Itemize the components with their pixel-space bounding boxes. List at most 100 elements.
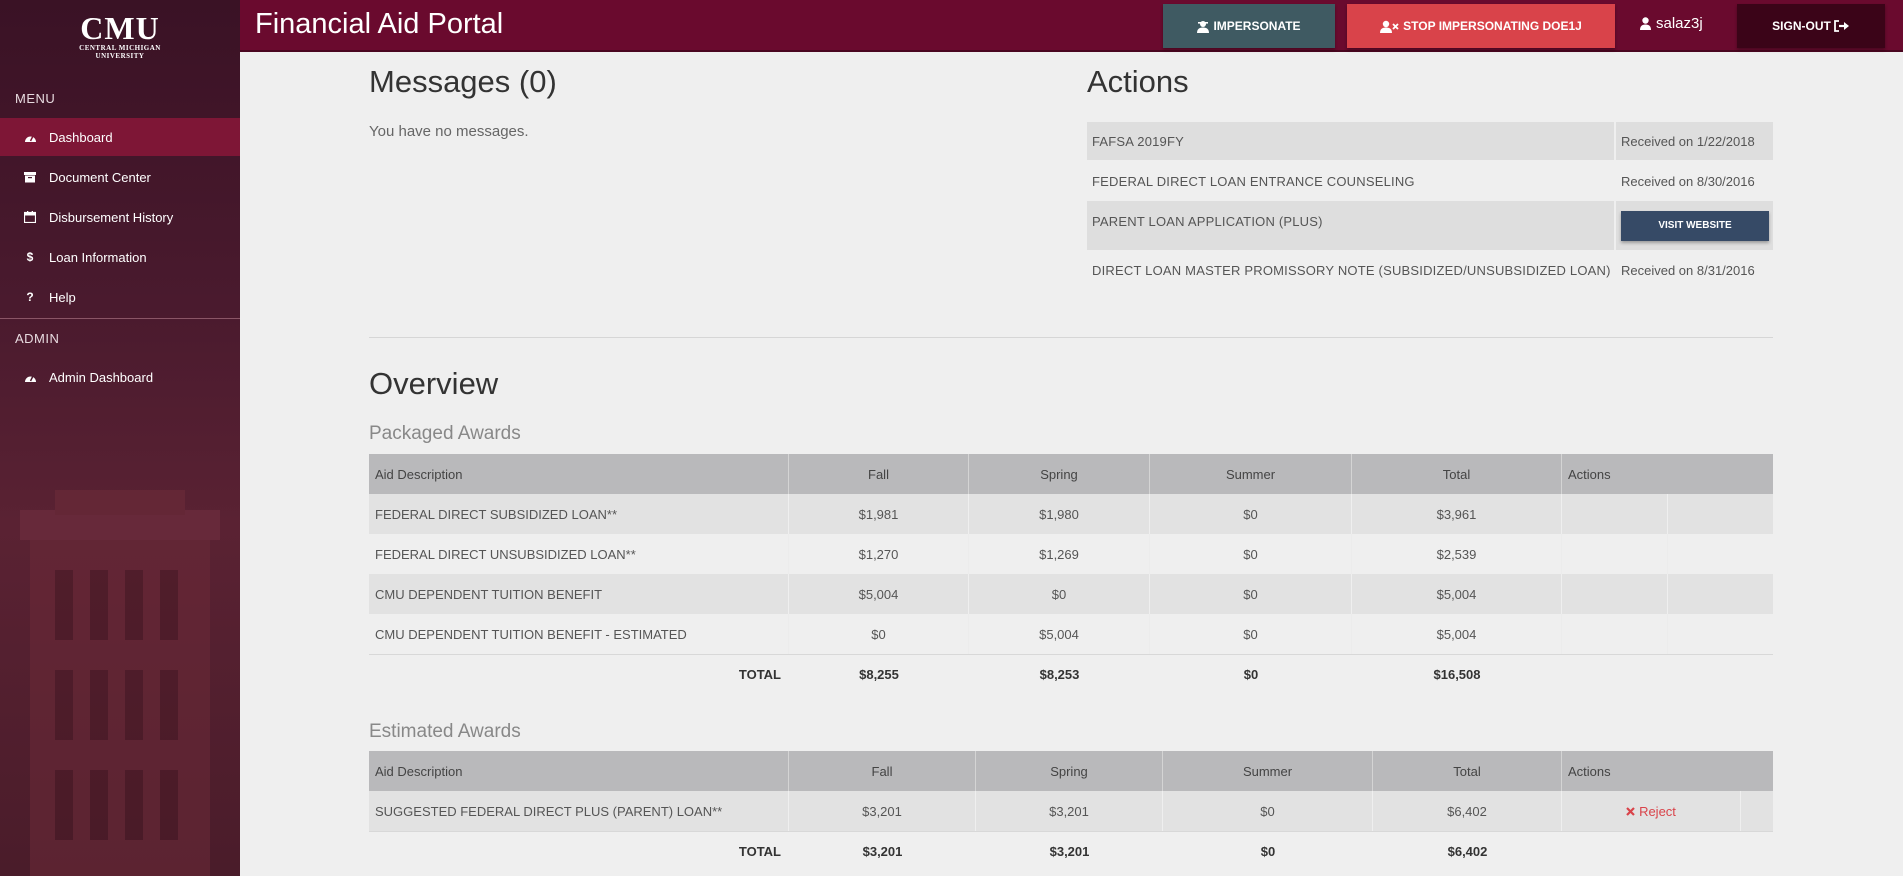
- total-fall: $3,201: [862, 844, 903, 859]
- col-spring: Spring: [969, 454, 1150, 494]
- cell-actions-extra: [1668, 574, 1773, 614]
- stop-impersonating-button[interactable]: STOP IMPERSONATING DOE1J: [1347, 4, 1615, 48]
- table-header-row: Aid Description Fall Spring Summer Total…: [369, 751, 1773, 791]
- col-actions: Actions: [1568, 466, 1611, 482]
- cell-actions: [1562, 534, 1668, 574]
- cell-actions: [1562, 574, 1668, 614]
- cell-total: $2,539: [1352, 534, 1562, 574]
- cell-fall: $0: [789, 614, 969, 654]
- reject-label: Reject: [1639, 803, 1676, 819]
- close-icon: [1626, 806, 1635, 816]
- total-total: $6,402: [1447, 844, 1488, 859]
- action-row: DIRECT LOAN MASTER PROMISSORY NOTE (SUBS…: [1087, 251, 1773, 289]
- action-description: FEDERAL DIRECT LOAN ENTRANCE COUNSELING: [1092, 173, 1415, 189]
- total-spring: $8,253: [1039, 667, 1080, 682]
- action-row: FAFSA 2019FY Received on 1/22/2018: [1087, 122, 1773, 160]
- total-actions: [1562, 655, 1773, 694]
- cell-total: $3,961: [1352, 494, 1562, 534]
- logo-line2: UNIVERSITY: [95, 52, 145, 60]
- impersonate-button[interactable]: IMPERSONATE: [1163, 4, 1335, 48]
- col-summer: Summer: [1163, 751, 1373, 791]
- total-fall: $8,255: [859, 667, 899, 682]
- top-header: Financial Aid Portal IMPERSONATE STOP IM…: [240, 0, 1903, 52]
- sidebar-divider: [0, 318, 240, 319]
- cell-fall: $1,981: [789, 494, 969, 534]
- cmu-logo[interactable]: CMU CENTRAL MICHIGAN UNIVERSITY: [0, 12, 240, 60]
- sidebar-item-label: Disbursement History: [49, 209, 174, 225]
- overview-title: Overview: [369, 366, 499, 401]
- current-user[interactable]: salaz3j: [1640, 15, 1703, 32]
- table-row: FEDERAL DIRECT UNSUBSIDIZED LOAN** $1,27…: [369, 534, 1773, 574]
- impersonate-label: IMPERSONATE: [1213, 19, 1301, 33]
- dashboard-icon: [18, 132, 42, 143]
- calendar-icon: [18, 211, 42, 223]
- sidebar-item-loan-information[interactable]: $ Loan Information: [0, 238, 240, 276]
- building-background-image: [20, 490, 220, 876]
- user-times-icon: [1380, 20, 1399, 33]
- sidebar-item-label: Document Center: [49, 169, 151, 185]
- cell-description: CMU DEPENDENT TUITION BENEFIT: [369, 574, 789, 614]
- total-actions: [1562, 832, 1773, 871]
- cell-summer: $0: [1163, 791, 1373, 831]
- menu-heading: MENU: [15, 91, 56, 106]
- estimated-awards-title: Estimated Awards: [369, 721, 521, 742]
- cell-description: FEDERAL DIRECT UNSUBSIDIZED LOAN**: [369, 534, 789, 574]
- sidebar-item-label: Help: [49, 289, 76, 305]
- total-label: TOTAL: [738, 667, 781, 682]
- action-row: FEDERAL DIRECT LOAN ENTRANCE COUNSELING …: [1087, 162, 1773, 200]
- cell-fall: $3,201: [789, 791, 976, 831]
- action-row: PARENT LOAN APPLICATION (PLUS) VISIT WEB…: [1087, 201, 1773, 250]
- col-fall: Fall: [789, 454, 969, 494]
- sign-out-button[interactable]: SIGN-OUT: [1737, 4, 1885, 48]
- col-total: Total: [1373, 751, 1562, 791]
- cell-total: $5,004: [1352, 574, 1562, 614]
- cell-actions-extra: [1668, 614, 1773, 654]
- sidebar-item-admin-dashboard[interactable]: Admin Dashboard: [0, 358, 240, 396]
- action-status: Received on 1/22/2018: [1621, 133, 1755, 149]
- action-cell: VISIT WEBSITE: [1616, 201, 1773, 250]
- stop-impersonating-label: STOP IMPERSONATING DOE1J: [1403, 19, 1582, 33]
- total-total: $16,508: [1433, 667, 1481, 682]
- action-status: Received on 8/31/2016: [1621, 262, 1755, 278]
- sidebar-item-label: Admin Dashboard: [49, 369, 154, 385]
- sidebar-item-dashboard[interactable]: Dashboard: [0, 118, 240, 156]
- messages-empty-text: You have no messages.: [369, 123, 529, 140]
- archive-icon: [18, 171, 42, 183]
- reject-button[interactable]: Reject: [1626, 804, 1676, 819]
- admin-heading: ADMIN: [15, 331, 60, 346]
- packaged-awards-table: Aid Description Fall Spring Summer Total…: [369, 454, 1773, 694]
- col-summer: Summer: [1150, 454, 1352, 494]
- cell-fall: $1,270: [789, 534, 969, 574]
- dashboard-icon: [18, 372, 42, 383]
- visit-website-button[interactable]: VISIT WEBSITE: [1621, 210, 1769, 241]
- total-summer: $0: [1243, 667, 1259, 682]
- actions-title: Actions: [1087, 64, 1189, 99]
- action-description: PARENT LOAN APPLICATION (PLUS): [1087, 201, 1616, 250]
- cell-total: $6,402: [1373, 791, 1562, 831]
- action-description: FAFSA 2019FY: [1087, 122, 1616, 160]
- sidebar: CMU CENTRAL MICHIGAN UNIVERSITY MENU Das…: [0, 0, 240, 876]
- logo-line1: CENTRAL MICHIGAN: [79, 44, 161, 52]
- user-icon: [1640, 17, 1651, 30]
- sidebar-item-help[interactable]: ? Help: [0, 278, 240, 316]
- col-total: Total: [1352, 454, 1562, 494]
- logo-wordmark: CMU: [80, 10, 160, 46]
- app-title: Financial Aid Portal: [255, 8, 504, 40]
- sidebar-item-label: Loan Information: [49, 249, 147, 265]
- cell-spring: $0: [969, 574, 1150, 614]
- total-summer: $0: [1260, 844, 1276, 859]
- cell-description: SUGGESTED FEDERAL DIRECT PLUS (PARENT) L…: [369, 791, 789, 831]
- cell-actions: [1562, 614, 1668, 654]
- sidebar-item-disbursement-history[interactable]: Disbursement History: [0, 198, 240, 236]
- col-aid-description: Aid Description: [369, 454, 789, 494]
- cell-spring: $5,004: [969, 614, 1150, 654]
- cell-total: $5,004: [1352, 614, 1562, 654]
- packaged-awards-title: Packaged Awards: [369, 423, 521, 444]
- cell-spring: $1,269: [969, 534, 1150, 574]
- table-header-row: Aid Description Fall Spring Summer Total…: [369, 454, 1773, 494]
- table-row: CMU DEPENDENT TUITION BENEFIT $5,004 $0 …: [369, 574, 1773, 614]
- sidebar-item-document-center[interactable]: Document Center: [0, 158, 240, 196]
- col-fall: Fall: [789, 751, 976, 791]
- estimated-awards-table: Aid Description Fall Spring Summer Total…: [369, 751, 1773, 871]
- action-description: DIRECT LOAN MASTER PROMISSORY NOTE (SUBS…: [1092, 262, 1611, 278]
